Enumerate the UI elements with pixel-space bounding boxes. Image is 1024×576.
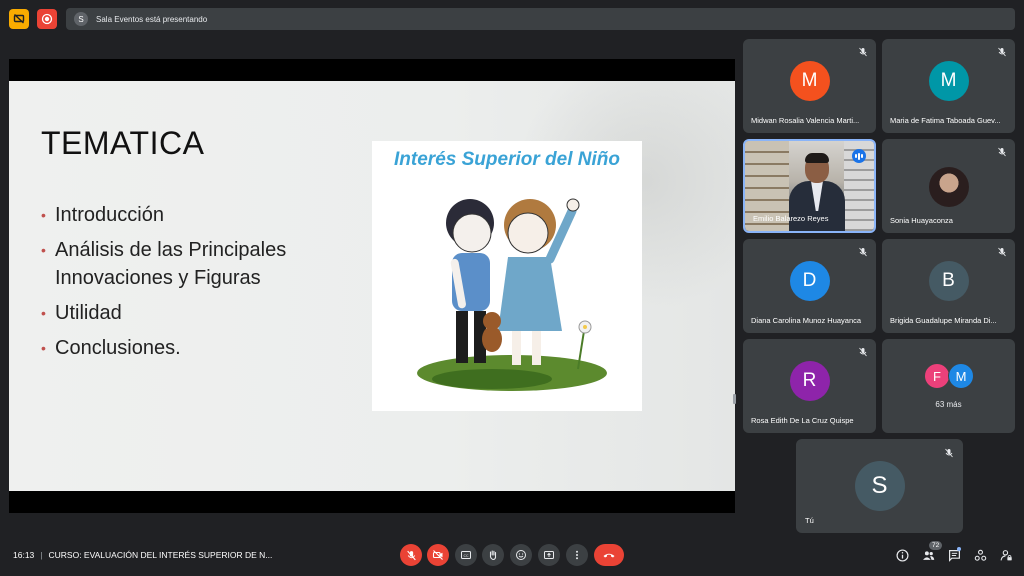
bottom-control-bar: 16:13 | CURSO: EVALUACIÓN DEL INTERÉS SUPE… <box>0 536 1024 576</box>
mic-off-icon <box>998 147 1006 157</box>
mic-off-icon <box>998 247 1006 257</box>
call-end-icon <box>603 553 615 558</box>
svg-text:CC: CC <box>463 554 469 558</box>
participant-tile[interactable]: B Brigida Guadalupe Miranda Di... <box>882 239 1015 333</box>
captions-button[interactable]: CC <box>455 544 477 566</box>
slide-bullet-list: • Introducción • Análisis de las Principal… <box>41 201 341 369</box>
people-button[interactable]: 72 <box>920 541 943 563</box>
people-count-badge: 72 <box>929 541 943 550</box>
participant-tile[interactable]: Sonia Huayaconza <box>882 139 1015 233</box>
speaking-indicator-icon <box>852 149 866 163</box>
reactions-button[interactable] <box>510 544 532 566</box>
camera-off-icon <box>432 550 443 560</box>
recording-button[interactable] <box>37 9 57 29</box>
more-participants-avatars: F M <box>924 363 984 391</box>
self-avatar: S <box>854 461 905 511</box>
stop-presenting-button[interactable] <box>9 9 29 29</box>
self-name: Tú <box>805 516 814 525</box>
presentation-slide: TEMATICA • Introducción • Análisis de las … <box>9 81 735 491</box>
participant-avatar: M <box>928 61 969 101</box>
captions-icon: CC <box>461 551 471 559</box>
chat-notification-dot <box>957 547 961 551</box>
presenting-banner: S Sala Eventos está presentando <box>66 8 1015 30</box>
participant-avatar: M <box>789 61 830 101</box>
presenter-avatar: S <box>74 12 88 26</box>
meeting-info: 16:13 | CURSO: EVALUACIÓN DEL INTERÉS SUPE… <box>13 550 273 560</box>
camera-toggle-button[interactable] <box>427 544 449 566</box>
present-off-icon <box>13 13 25 24</box>
slide-title: TEMATICA <box>41 125 205 161</box>
participant-avatar: M <box>948 363 974 389</box>
participant-name: Emilio Balarezo Reyes <box>753 214 829 223</box>
meeting-details-button[interactable] <box>894 547 910 563</box>
participant-name: Midwan Rosalia Valencia Marti... <box>751 116 860 125</box>
mic-off-icon <box>859 347 867 357</box>
more-vert-icon <box>576 550 578 560</box>
activities-button[interactable] <box>972 547 988 563</box>
mic-off-icon <box>859 47 867 57</box>
panel-resize-handle[interactable] <box>733 394 736 404</box>
slide-bullet: • Conclusiones. <box>41 337 181 359</box>
host-controls-button[interactable] <box>998 547 1014 563</box>
mic-off-icon <box>945 448 953 458</box>
slide-bullet: • Introducción <box>41 204 164 226</box>
self-tile[interactable]: S Tú <box>796 439 963 533</box>
mic-off-icon <box>998 47 1006 57</box>
more-options-button[interactable] <box>566 544 588 566</box>
children-illustration <box>417 198 607 391</box>
lock-person-icon <box>1000 549 1012 560</box>
participant-name: Maria de Fatima Taboada Guev... <box>890 116 1001 125</box>
participant-name: Diana Carolina Munoz Huayanca <box>751 316 862 325</box>
microphone-toggle-button[interactable] <box>400 544 422 566</box>
participant-avatar: F <box>924 363 950 389</box>
hand-icon <box>489 550 497 561</box>
clock-time: 16:13 <box>13 550 35 560</box>
participant-photo-avatar <box>928 167 969 207</box>
info-icon <box>895 548 909 562</box>
mic-off-icon <box>406 550 416 560</box>
participant-tile[interactable]: M Maria de Fatima Taboada Guev... <box>882 39 1015 133</box>
slide-bullet: • Análisis de las Principales Innovacione… <box>41 239 287 289</box>
activities-icon <box>974 549 986 561</box>
present-screen-button[interactable] <box>538 544 560 566</box>
top-bar: S Sala Eventos está presentando <box>0 0 1024 36</box>
participant-avatar: B <box>928 261 969 301</box>
emoji-icon <box>516 550 526 560</box>
raise-hand-button[interactable] <box>482 544 504 566</box>
chat-button[interactable] <box>946 547 962 563</box>
more-participants-label: 63 más <box>935 400 962 409</box>
participant-tile[interactable]: D Diana Carolina Munoz Huayanca <box>743 239 876 333</box>
presenting-text: Sala Eventos está presentando <box>96 14 208 24</box>
people-icon <box>922 550 934 560</box>
mic-off-icon <box>859 247 867 257</box>
leave-call-button[interactable] <box>594 544 624 566</box>
more-participants-tile[interactable]: F M 63 más <box>882 339 1015 433</box>
slide-illustration: Interés Superior del Niño <box>372 141 642 411</box>
participant-tile[interactable]: M Midwan Rosalia Valencia Marti... <box>743 39 876 133</box>
slide-bullet: • Utilidad <box>41 302 122 324</box>
record-icon <box>41 13 53 25</box>
meeting-title: CURSO: EVALUACIÓN DEL INTERÉS SUPERIOR D… <box>48 550 273 560</box>
participant-name: Rosa Edith De La Cruz Quispe <box>751 416 854 425</box>
participant-avatar: R <box>789 361 830 401</box>
participant-tile[interactable]: R Rosa Edith De La Cruz Quispe <box>743 339 876 433</box>
participant-avatar: D <box>789 261 830 301</box>
presentation-stage: TEMATICA • Introducción • Análisis de las … <box>9 59 735 513</box>
present-icon <box>544 551 554 559</box>
participant-name: Brigida Guadalupe Miranda Di... <box>890 316 997 325</box>
participant-tile-video[interactable]: Emilio Balarezo Reyes <box>743 139 876 233</box>
participant-name: Sonia Huayaconza <box>890 216 953 225</box>
